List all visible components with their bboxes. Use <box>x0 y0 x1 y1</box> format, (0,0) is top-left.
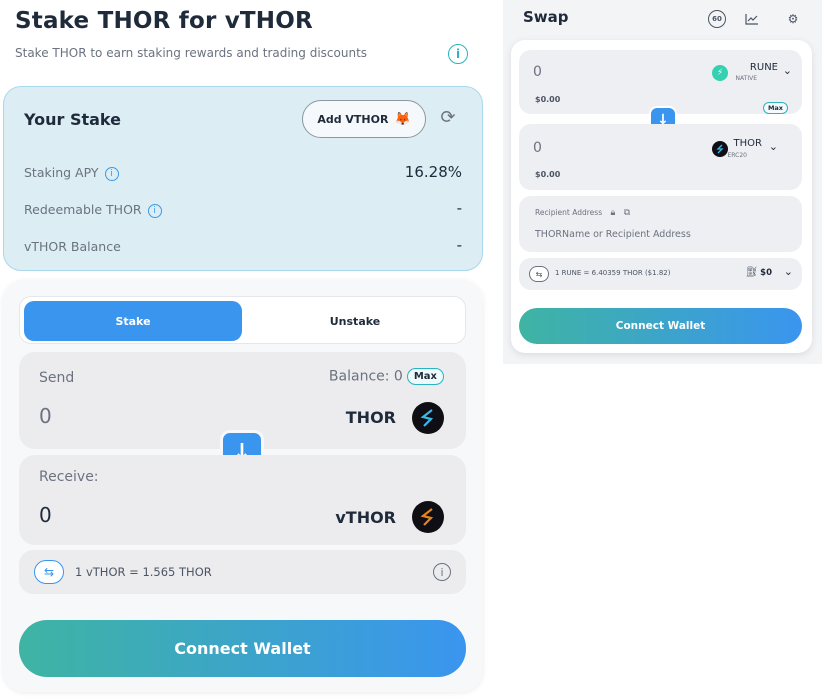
recipient-label: Recipient Address 🔒︎ ⧉ <box>535 208 630 218</box>
send-token-label: THOR <box>345 408 396 427</box>
swap-rate-icon[interactable]: ⇆ <box>34 560 64 584</box>
thor-token-icon <box>412 402 444 434</box>
vthor-balance-value: - <box>456 236 462 254</box>
swap-to-box: 0 $0.00 THOR ERC20 ⌄ <box>519 124 802 190</box>
vthor-token-icon <box>412 501 444 533</box>
recipient-address-input[interactable]: THORName or Recipient Address <box>535 229 691 240</box>
info-icon[interactable]: i <box>433 563 451 581</box>
thor-token-icon <box>712 141 728 157</box>
send-amount-input[interactable]: 0 <box>39 404 52 428</box>
from-amount-input[interactable]: 0 <box>533 64 542 80</box>
lock-icon[interactable]: 🔒︎ <box>611 208 616 218</box>
rune-token-icon: ⚡ <box>712 65 728 81</box>
receive-box: Receive: 0 vTHOR <box>19 455 466 545</box>
from-token-label[interactable]: RUNE <box>750 62 778 73</box>
swap-card: 0 $0.00 ⚡ RUNE NATIVE ⌄ Max ↓ 0 $0.00 TH… <box>511 40 812 353</box>
chevron-down-icon[interactable]: ⌄ <box>769 140 778 153</box>
gear-icon[interactable]: ⚙ <box>784 10 802 28</box>
gas-fee-icon: ⛽︎ <box>745 267 758 278</box>
to-token-label[interactable]: THOR <box>734 138 762 149</box>
swap-panel: Swap 60 ⚙ 0 $0.00 ⚡ RUNE NATIVE ⌄ Max ↓ … <box>503 0 822 364</box>
swap-from-box: 0 $0.00 ⚡ RUNE NATIVE ⌄ Max <box>519 50 802 114</box>
vthor-balance-label: vTHOR Balance <box>24 239 121 254</box>
chevron-down-icon[interactable]: ⌄ <box>784 265 793 278</box>
chart-icon[interactable] <box>743 10 761 28</box>
page-title: Stake THOR for vTHOR <box>15 8 313 34</box>
to-usd-value: $0.00 <box>535 170 561 179</box>
exchange-rate-row: ⇆ 1 vTHOR = 1.565 THOR i <box>19 550 466 594</box>
slippage-icon[interactable]: 60 <box>708 10 726 28</box>
swap-rate-text: 1 RUNE = 6.40359 THOR ($1.82) <box>555 269 671 277</box>
staking-apy-row: Staking APY i <box>24 165 119 181</box>
from-usd-value: $0.00 <box>535 95 561 104</box>
stake-panel: Stake THOR for vTHOR Stake THOR to earn … <box>0 0 500 698</box>
add-vthor-button[interactable]: Add VTHOR 🦊 <box>302 100 426 138</box>
max-button[interactable]: Max <box>406 368 444 385</box>
fee-value: $0 <box>760 268 772 278</box>
tab-unstake[interactable]: Unstake <box>246 301 464 341</box>
your-stake-title: Your Stake <box>24 110 121 129</box>
stake-form-card: Stake Unstake Send Balance: 0 Max 0 THOR … <box>3 280 483 692</box>
refresh-icon[interactable]: ⟳ <box>437 107 459 129</box>
info-icon[interactable]: i <box>448 44 468 64</box>
max-button[interactable]: Max <box>762 102 788 114</box>
swap-rate-row: ⇆ 1 RUNE = 6.40359 THOR ($1.82) ⛽︎ $0 ⌄ <box>519 258 802 290</box>
receive-amount: 0 <box>39 503 52 527</box>
redeemable-thor-value: - <box>456 199 462 217</box>
staking-apy-value: 16.28% <box>404 163 462 181</box>
receive-label: Receive: <box>39 469 99 485</box>
send-label: Send <box>39 370 75 386</box>
send-balance: Balance: 0 Max <box>329 368 444 385</box>
connect-wallet-button[interactable]: Connect Wallet <box>519 308 802 344</box>
add-vthor-label: Add VTHOR <box>317 112 389 126</box>
recipient-box: Recipient Address 🔒︎ ⧉ THORName or Recip… <box>519 196 802 252</box>
balance-text: Balance: 0 <box>328 368 403 385</box>
to-amount: 0 <box>533 140 542 156</box>
swap-rate-icon[interactable]: ⇆ <box>529 266 549 282</box>
copy-icon[interactable]: ⧉ <box>624 208 630 218</box>
your-stake-card: Your Stake Add VTHOR 🦊 ⟳ Staking APY i 16… <box>3 86 483 271</box>
redeemable-thor-row: Redeemable THOR i <box>24 202 162 218</box>
page-subtitle: Stake THOR to earn staking rewards and t… <box>15 46 368 60</box>
info-icon[interactable]: i <box>104 166 119 181</box>
stake-tabs: Stake Unstake <box>19 296 466 344</box>
chevron-down-icon[interactable]: ⌄ <box>783 64 792 77</box>
tab-stake[interactable]: Stake <box>24 301 242 341</box>
to-network-label: ERC20 <box>727 152 748 159</box>
receive-token-label: vTHOR <box>335 508 396 527</box>
info-icon[interactable]: i <box>147 203 162 218</box>
from-network-label: NATIVE <box>735 75 757 82</box>
swap-title: Swap <box>523 8 569 26</box>
metamask-icon: 🦊 <box>394 111 411 127</box>
redeemable-thor-label: Redeemable THOR <box>24 202 142 217</box>
connect-wallet-button[interactable]: Connect Wallet <box>19 620 466 677</box>
exchange-rate-text: 1 vTHOR = 1.565 THOR <box>75 565 212 579</box>
staking-apy-label: Staking APY <box>24 165 99 180</box>
recipient-label-text: Recipient Address <box>535 208 603 217</box>
